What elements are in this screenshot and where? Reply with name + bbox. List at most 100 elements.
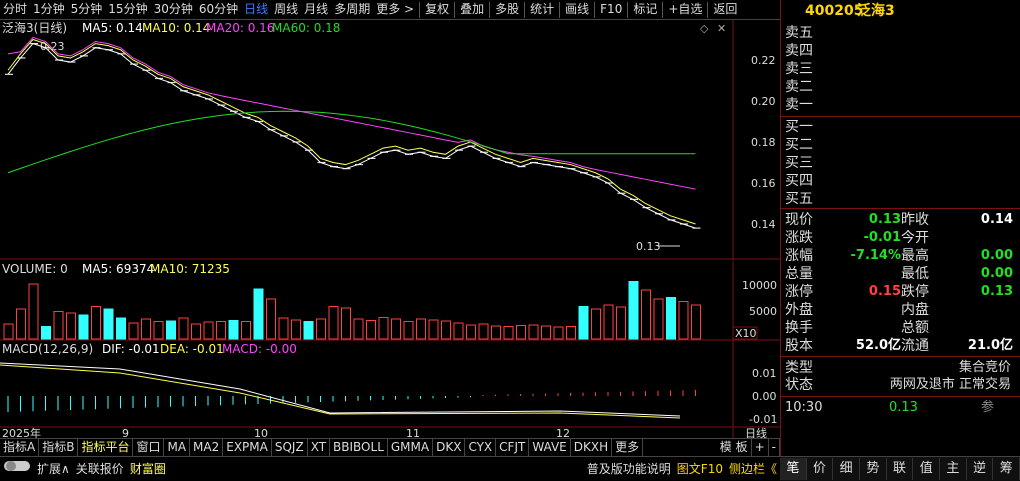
template-control-2[interactable]: - bbox=[769, 439, 780, 456]
bottom-link-0[interactable]: 扩展∧ bbox=[34, 458, 73, 480]
tool-8[interactable]: 返回 bbox=[710, 0, 740, 19]
volume-bar bbox=[178, 317, 189, 340]
right-tab-8[interactable]: 筹 bbox=[993, 458, 1020, 480]
type-divider bbox=[781, 356, 1020, 357]
bottom-right-link-0[interactable]: 普及版功能说明 bbox=[584, 458, 674, 480]
buy-level-4[interactable]: 买四 bbox=[781, 172, 1020, 190]
stock-name: 泛海3 bbox=[857, 3, 895, 19]
period-5[interactable]: 60分钟 bbox=[196, 0, 241, 19]
tool-4[interactable]: 画线 bbox=[562, 0, 592, 19]
buy-level-2[interactable]: 买二 bbox=[781, 136, 1020, 154]
macd-chart[interactable]: MACD(12,26,9) DIF: -0.01 DEA: -0.01 MACD… bbox=[0, 341, 780, 439]
indicator-tab-0[interactable]: 指标A bbox=[0, 439, 40, 456]
sell-level-4[interactable]: 卖四 bbox=[781, 42, 1020, 60]
right-tab-3[interactable]: 势 bbox=[860, 458, 887, 480]
macd-tick-1: 0.01 bbox=[752, 367, 777, 380]
buy-level-3[interactable]: 买三 bbox=[781, 154, 1020, 172]
template-control-1[interactable]: + bbox=[752, 439, 769, 456]
sell-level-5[interactable]: 卖五 bbox=[781, 24, 1020, 42]
quote-panel: 400205 泛海3 卖五 卖四 卖三 卖二 卖一 买一 买二 买三 买四 买五 现价 0.13 昨收… bbox=[780, 0, 1020, 480]
bottom-right-link-2[interactable]: 侧边栏《 bbox=[726, 458, 780, 480]
indicator-tab-14[interactable]: WAVE bbox=[529, 439, 571, 456]
close-icon[interactable]: ✕ bbox=[717, 22, 726, 35]
tool-3[interactable]: 统计 bbox=[527, 0, 557, 19]
volume-bar bbox=[541, 325, 551, 340]
period-7[interactable]: 周线 bbox=[271, 0, 301, 19]
indicator-tab-10[interactable]: GMMA bbox=[388, 439, 434, 456]
volume-bar bbox=[453, 322, 464, 340]
indicator-tab-2[interactable]: 指标平台 bbox=[78, 439, 134, 456]
volume-bar bbox=[603, 304, 614, 340]
tool-6[interactable]: 标记 bbox=[630, 0, 660, 19]
volume-bar bbox=[91, 306, 101, 340]
indicator-tab-7[interactable]: SQJZ bbox=[272, 439, 308, 456]
volume-bar bbox=[641, 289, 651, 340]
period-3[interactable]: 15分钟 bbox=[105, 0, 150, 19]
stat-l2: 内盘 bbox=[901, 302, 929, 318]
period-6[interactable]: 日线 bbox=[241, 0, 271, 19]
sell-level-3[interactable]: 卖三 bbox=[781, 60, 1020, 78]
indicator-tab-13[interactable]: CFJT bbox=[496, 439, 530, 456]
buy-level-1[interactable]: 买一 bbox=[781, 118, 1020, 136]
period-0[interactable]: 分时 bbox=[0, 0, 30, 19]
quote-header: 400205 泛海3 bbox=[781, 2, 1020, 20]
right-tab-6[interactable]: 主 bbox=[940, 458, 967, 480]
indicator-tab-4[interactable]: MA bbox=[164, 439, 191, 456]
tool-2[interactable]: 多股 bbox=[492, 0, 522, 19]
macd-dea: DEA: -0.01 bbox=[160, 342, 224, 356]
period-9[interactable]: 多周期 bbox=[331, 0, 373, 19]
volume-bar bbox=[491, 325, 501, 340]
template-control-0[interactable]: 模 板 bbox=[717, 439, 752, 456]
ma60-legend: MA60: 0.18 bbox=[272, 21, 340, 35]
right-tab-5[interactable]: 值 bbox=[913, 458, 941, 480]
indicator-tab-5[interactable]: MA2 bbox=[190, 439, 224, 456]
right-tab-4[interactable]: 联 bbox=[887, 458, 914, 480]
stat-l1: 涨跌 bbox=[785, 230, 813, 246]
indicator-tab-15[interactable]: DKXH bbox=[571, 439, 613, 456]
volume-bar bbox=[16, 308, 26, 340]
period-1[interactable]: 1分钟 bbox=[30, 0, 68, 19]
bottom-link-2[interactable]: 财富圈 bbox=[127, 458, 169, 480]
price-tick: 0.18 bbox=[751, 136, 776, 149]
indicator-tab-8[interactable]: XT bbox=[308, 439, 331, 456]
right-tab-0[interactable]: 笔 bbox=[780, 458, 807, 480]
tick-time: 10:30 bbox=[785, 400, 823, 415]
indicator-tab-1[interactable]: 指标B bbox=[39, 439, 79, 456]
tool-5[interactable]: F10 bbox=[597, 0, 625, 19]
volume-chart[interactable]: VOLUME: 0 MA5: 69374 MA10: 71235 10000 5… bbox=[0, 261, 780, 341]
bottom-right-link-1[interactable]: 图文F10 bbox=[674, 458, 726, 480]
indicator-tab-3[interactable]: 窗口 bbox=[133, 439, 165, 456]
price-chart[interactable]: 泛海3(日线) MA5: 0.14 MA10: 0.14 MA20: 0.16 … bbox=[0, 20, 780, 260]
orderbook-divider bbox=[781, 116, 1020, 117]
macd-tick-3: -0.01 bbox=[749, 413, 777, 426]
stat-row: 涨幅 -7.14% 最高 0.00 bbox=[781, 247, 1020, 265]
period-2[interactable]: 5分钟 bbox=[68, 0, 106, 19]
indicator-tab-12[interactable]: CYX bbox=[465, 439, 497, 456]
right-tab-2[interactable]: 细 bbox=[833, 458, 861, 480]
sell-level-1[interactable]: 卖一 bbox=[781, 96, 1020, 114]
bottom-link-1[interactable]: 关联报价 bbox=[73, 458, 127, 480]
diamond-icon[interactable]: ◇ bbox=[700, 22, 709, 35]
tool-7[interactable]: +自选 bbox=[665, 0, 705, 19]
indicator-tab-6[interactable]: EXPMA bbox=[223, 439, 272, 456]
toggle-icon[interactable] bbox=[0, 458, 34, 480]
period-10[interactable]: 更多 > bbox=[373, 0, 417, 19]
buy-level-5[interactable]: 买五 bbox=[781, 190, 1020, 208]
stat-row: 涨跌 -0.01 今开 bbox=[781, 229, 1020, 247]
volume-bar bbox=[528, 324, 539, 340]
macd-dif: DIF: -0.01 bbox=[102, 342, 160, 356]
tool-1[interactable]: 叠加 bbox=[457, 0, 487, 19]
indicator-tab-16[interactable]: 更多 bbox=[612, 439, 644, 456]
period-8[interactable]: 月线 bbox=[301, 0, 331, 19]
period-4[interactable]: 30分钟 bbox=[151, 0, 196, 19]
right-tab-1[interactable]: 价 bbox=[807, 458, 834, 480]
indicator-tab-9[interactable]: BBIBOLL bbox=[330, 439, 388, 456]
right-tab-7[interactable]: 逆 bbox=[967, 458, 994, 480]
price-tick: 0.20 bbox=[751, 95, 776, 108]
tool-0[interactable]: 复权 bbox=[422, 0, 452, 19]
sell-level-2[interactable]: 卖二 bbox=[781, 78, 1020, 96]
indicator-tab-11[interactable]: DKX bbox=[433, 439, 466, 456]
sell-label: 卖五 bbox=[785, 25, 813, 41]
volume-bar bbox=[378, 317, 389, 340]
volume-bar bbox=[441, 320, 451, 340]
